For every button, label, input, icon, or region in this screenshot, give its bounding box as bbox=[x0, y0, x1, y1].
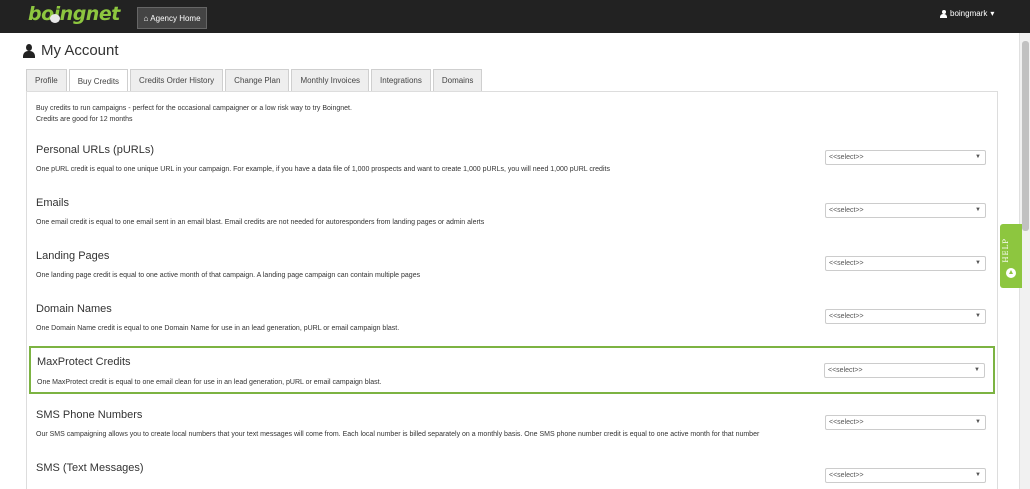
maxprotect-credits-select[interactable]: <<select>> ▼ bbox=[824, 363, 985, 378]
caret-down-icon: ▼ bbox=[975, 313, 981, 319]
caret-down-icon: ▼ bbox=[975, 207, 981, 213]
section-title: Domain Names bbox=[36, 303, 112, 315]
select-value: <<select>> bbox=[829, 313, 864, 320]
logo-face-icon bbox=[50, 14, 60, 23]
credit-section-sms-text-messages: SMS (Text Messages) <<select>> ▼ bbox=[30, 460, 996, 489]
section-description: One pURL credit is equal to one unique U… bbox=[36, 166, 610, 173]
select-value: <<select>> bbox=[829, 154, 864, 161]
tab-buy-credits[interactable]: Buy Credits bbox=[68, 69, 129, 92]
user-icon bbox=[940, 9, 947, 18]
caret-down-icon: ▼ bbox=[975, 472, 981, 478]
credit-section-landing-pages: Landing Pages One landing page credit is… bbox=[30, 248, 996, 294]
purl-credits-select[interactable]: <<select>> ▼ bbox=[825, 150, 986, 165]
tab-integrations[interactable]: Integrations bbox=[371, 69, 431, 91]
intro-text: Buy credits to run campaigns - perfect f… bbox=[36, 103, 352, 125]
user-menu[interactable]: boingmark ▾ bbox=[940, 9, 994, 18]
domain-name-credits-select[interactable]: <<select>> ▼ bbox=[825, 309, 986, 324]
caret-down-icon: ▼ bbox=[975, 260, 981, 266]
tab-credits-order-history[interactable]: Credits Order History bbox=[130, 69, 224, 91]
agency-home-label: Agency Home bbox=[150, 13, 201, 23]
credit-section-emails: Emails One email credit is equal to one … bbox=[30, 195, 996, 241]
help-label: HELP bbox=[1002, 238, 1010, 263]
account-tabs: Profile Buy Credits Credits Order Histor… bbox=[26, 69, 484, 92]
credit-section-purls: Personal URLs (pURLs) One pURL credit is… bbox=[30, 142, 996, 188]
select-value: <<select>> bbox=[829, 207, 864, 214]
section-description: One MaxProtect credit is equal to one em… bbox=[37, 379, 382, 386]
credit-section-maxprotect: MaxProtect Credits One MaxProtect credit… bbox=[29, 346, 995, 394]
section-title: Emails bbox=[36, 197, 70, 209]
section-description: One landing page credit is equal to one … bbox=[36, 272, 421, 279]
top-navbar: boingnet ⌂ Agency Home boingmark ▾ bbox=[0, 0, 1030, 33]
boingnet-logo[interactable]: boingnet bbox=[28, 1, 120, 31]
caret-down-icon: ▼ bbox=[974, 367, 980, 373]
tab-change-plan[interactable]: Change Plan bbox=[225, 69, 290, 91]
section-description: One email credit is equal to one email s… bbox=[36, 219, 485, 226]
section-title: SMS Phone Numbers bbox=[36, 409, 143, 421]
caret-down-icon: ▼ bbox=[975, 419, 981, 425]
scrollbar-thumb[interactable] bbox=[1022, 41, 1029, 231]
intro-line-1: Buy credits to run campaigns - perfect f… bbox=[36, 105, 352, 112]
section-title: Landing Pages bbox=[36, 250, 110, 262]
tab-monthly-invoices[interactable]: Monthly Invoices bbox=[291, 69, 370, 91]
caret-down-icon: ▼ bbox=[975, 154, 981, 160]
sms-text-credits-select[interactable]: <<select>> ▼ bbox=[825, 468, 986, 483]
tab-domains[interactable]: Domains bbox=[432, 69, 483, 91]
chevron-down-icon: ▾ bbox=[990, 9, 995, 18]
landing-page-credits-select[interactable]: <<select>> ▼ bbox=[825, 256, 986, 271]
select-value: <<select>> bbox=[829, 419, 864, 426]
section-title: Personal URLs (pURLs) bbox=[36, 144, 154, 156]
user-icon bbox=[23, 43, 35, 58]
credit-section-sms-phone-numbers: SMS Phone Numbers Our SMS campaigning al… bbox=[30, 407, 996, 453]
section-title: SMS (Text Messages) bbox=[36, 462, 144, 474]
select-value: <<select>> bbox=[829, 260, 864, 267]
sms-phone-credits-select[interactable]: <<select>> ▼ bbox=[825, 415, 986, 430]
help-tab[interactable]: HELP bbox=[1000, 224, 1022, 288]
intro-line-2: Credits are good for 12 months bbox=[36, 116, 133, 123]
credit-section-domain-names: Domain Names One Domain Name credit is e… bbox=[30, 301, 996, 347]
user-name: boingmark bbox=[950, 9, 988, 18]
section-description: One Domain Name credit is equal to one D… bbox=[36, 325, 400, 332]
chevron-up-icon bbox=[1006, 268, 1016, 278]
tab-profile[interactable]: Profile bbox=[26, 69, 67, 91]
home-icon: ⌂ bbox=[143, 13, 149, 23]
section-description: Our SMS campaigning allows you to create… bbox=[36, 431, 760, 438]
section-title: MaxProtect Credits bbox=[37, 356, 131, 368]
page-title: My Account bbox=[23, 42, 119, 59]
agency-home-button[interactable]: ⌂ Agency Home bbox=[137, 7, 207, 29]
email-credits-select[interactable]: <<select>> ▼ bbox=[825, 203, 986, 218]
logo-text: boingnet bbox=[28, 3, 120, 25]
page-title-text: My Account bbox=[41, 42, 119, 59]
select-value: <<select>> bbox=[829, 472, 864, 479]
select-value: <<select>> bbox=[828, 367, 863, 374]
